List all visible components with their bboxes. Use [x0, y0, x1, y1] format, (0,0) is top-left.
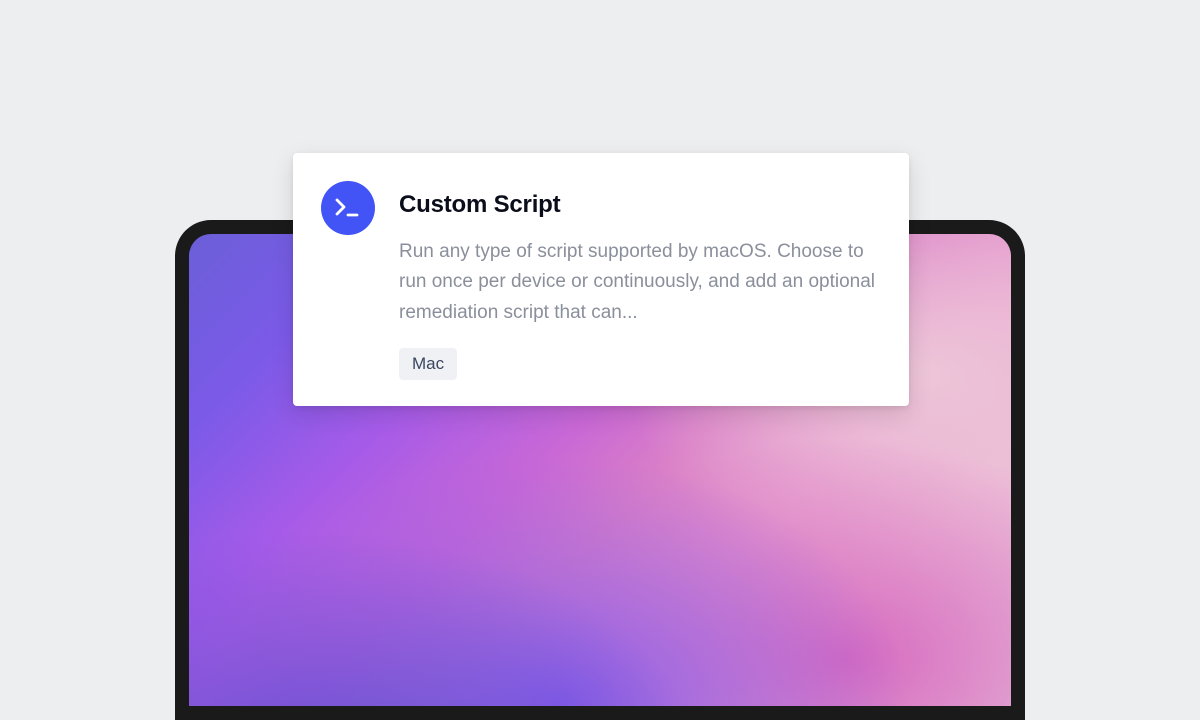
platform-badge: Mac [399, 348, 457, 380]
card-title: Custom Script [399, 191, 879, 219]
terminal-icon [321, 181, 375, 235]
custom-script-card[interactable]: Custom Script Run any type of script sup… [293, 153, 909, 406]
card-description: Run any type of script supported by macO… [399, 237, 879, 328]
card-content: Custom Script Run any type of script sup… [399, 181, 879, 380]
